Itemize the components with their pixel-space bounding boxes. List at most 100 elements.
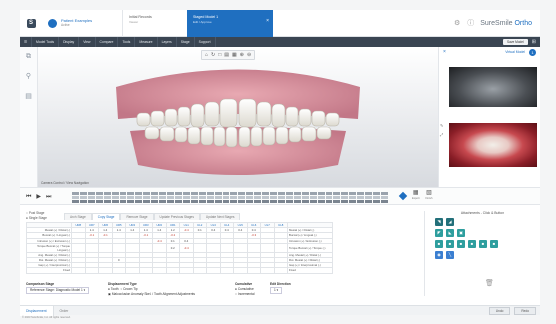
timeline-segment[interactable]	[103, 200, 111, 203]
timeline-segment[interactable]	[238, 192, 246, 195]
timeline-segment[interactable]	[277, 192, 285, 195]
timeline-segment[interactable]	[349, 196, 357, 199]
timeline-segment[interactable]	[214, 192, 222, 195]
timeline-segment[interactable]	[103, 192, 111, 195]
zoom-in-icon[interactable]: ⊕	[240, 52, 244, 58]
table-cell[interactable]	[260, 267, 275, 274]
table-cell[interactable]	[152, 242, 167, 253]
table-cell[interactable]	[98, 242, 113, 253]
timeline-segment[interactable]	[309, 192, 317, 195]
timeline-segment[interactable]	[349, 200, 357, 203]
timeline-segment[interactable]	[206, 192, 214, 195]
timeline-segment[interactable]	[206, 196, 214, 199]
timeline-segment[interactable]	[317, 196, 325, 199]
timeline-segment[interactable]	[277, 196, 285, 199]
redo-button[interactable]: Redo	[514, 306, 536, 315]
timeline-segment[interactable]	[182, 192, 190, 195]
timeline-segment[interactable]	[95, 200, 103, 203]
table-cell[interactable]	[219, 242, 234, 253]
timeline-segment[interactable]	[365, 200, 373, 203]
timeline-segment[interactable]	[380, 192, 388, 195]
tab-staged-model[interactable]: Staged Model 1 Edit / Approve ×	[187, 9, 273, 37]
timeline-segment[interactable]	[349, 192, 357, 195]
timeline-segment[interactable]	[380, 196, 388, 199]
attachment-button[interactable]: ◉	[435, 251, 443, 259]
comparison-select[interactable]: Reference Stage: Diagnostic Model 1 ▾	[26, 287, 90, 294]
table-cell[interactable]	[71, 267, 86, 274]
attachment-button[interactable]: ■	[457, 240, 465, 248]
timeline-segment[interactable]	[198, 192, 206, 195]
timeline-segment[interactable]	[325, 200, 333, 203]
attachment-button[interactable]: ■	[468, 240, 476, 248]
table-cell[interactable]	[273, 242, 288, 253]
table-cell[interactable]	[246, 267, 261, 274]
app-logo[interactable]: S	[20, 18, 42, 28]
timeline-segment[interactable]	[230, 200, 238, 203]
attachment-button[interactable]: ■	[435, 240, 443, 248]
attachment-button[interactable]: ◢	[446, 218, 454, 226]
timeline-segment[interactable]	[72, 200, 79, 203]
timeline-segment[interactable]	[127, 192, 135, 195]
timeline-segment[interactable]	[301, 192, 309, 195]
timeline-segment[interactable]	[301, 200, 309, 203]
export-tool[interactable]: ▦ Export	[412, 190, 420, 200]
edit-direction-select[interactable]: 1 ▾	[270, 287, 283, 294]
timeline-segment[interactable]	[365, 196, 373, 199]
ruler-icon[interactable]: ⚲	[25, 73, 33, 81]
table-cell[interactable]	[192, 242, 207, 253]
expand-icon[interactable]: ⤢	[440, 132, 443, 137]
timeline-segment[interactable]	[167, 200, 174, 203]
undo-button[interactable]: Undo	[488, 306, 511, 315]
table-cell[interactable]	[233, 242, 248, 253]
table-cell[interactable]	[219, 267, 234, 274]
tab-arch-stage[interactable]: Arch Stage	[64, 213, 92, 220]
timeline-segment[interactable]	[238, 196, 246, 199]
timeline-segment[interactable]	[190, 196, 198, 199]
timeline-segment[interactable]	[373, 196, 380, 199]
timeline-segment[interactable]	[87, 192, 95, 195]
save-model-button[interactable]: Save Model	[502, 39, 528, 45]
timeline-segment[interactable]	[79, 196, 87, 199]
timeline-segment[interactable]	[309, 200, 317, 203]
timeline-segment[interactable]	[182, 200, 190, 203]
timeline-segment[interactable]	[79, 192, 87, 195]
timeline-segment[interactable]	[270, 196, 277, 199]
timeline-segment[interactable]	[119, 196, 127, 199]
timeline-segment[interactable]	[293, 196, 301, 199]
timeline-segment[interactable]	[285, 200, 293, 203]
timeline-segment[interactable]	[254, 200, 262, 203]
timeline-segment[interactable]	[214, 200, 222, 203]
timeline-segment[interactable]	[127, 196, 135, 199]
timeline-segment[interactable]	[380, 200, 388, 203]
timeline-segment[interactable]	[317, 192, 325, 195]
timeline-segment[interactable]	[285, 196, 293, 199]
table-cell[interactable]	[179, 267, 194, 274]
timeline-segment[interactable]	[167, 196, 174, 199]
timeline-segment[interactable]	[198, 196, 206, 199]
toolbar-item-stage[interactable]: Stage	[177, 37, 195, 47]
timeline-segment[interactable]	[325, 192, 333, 195]
timeline-segment[interactable]	[365, 192, 373, 195]
timeline-segment[interactable]	[174, 196, 182, 199]
timeline-segment[interactable]	[333, 200, 341, 203]
toolbar-item-measure[interactable]: Measure	[135, 37, 158, 47]
table-cell[interactable]	[98, 267, 113, 274]
table-cell[interactable]: 0.2	[165, 242, 180, 253]
model-viewer[interactable]: ⌂ ↻ □ ▤ ▦ ⊕ ⊖ Camera Control / View Navi…	[38, 47, 438, 187]
timeline-segment[interactable]	[143, 196, 151, 199]
timeline-segment[interactable]	[119, 200, 127, 203]
attachment-button[interactable]: ■	[490, 240, 498, 248]
patient-chip[interactable]: Patient Examples Active	[42, 10, 122, 37]
grid-icon[interactable]: ⊞	[532, 39, 536, 45]
toolbar-item-model-tools[interactable]: Model Tools	[32, 37, 60, 47]
table-cell[interactable]	[260, 242, 275, 253]
timeline-segment[interactable]	[246, 200, 254, 203]
finish-tool[interactable]: ▧ Finish	[426, 190, 433, 200]
help-icon[interactable]: ⓘ	[467, 18, 474, 28]
timeline-segment[interactable]	[277, 200, 285, 203]
table-cell[interactable]	[125, 267, 140, 274]
play-icon[interactable]: ▶	[36, 192, 41, 202]
table-cell[interactable]	[111, 242, 126, 253]
timeline-segment[interactable]	[341, 196, 349, 199]
close-icon[interactable]: ×	[443, 49, 446, 55]
